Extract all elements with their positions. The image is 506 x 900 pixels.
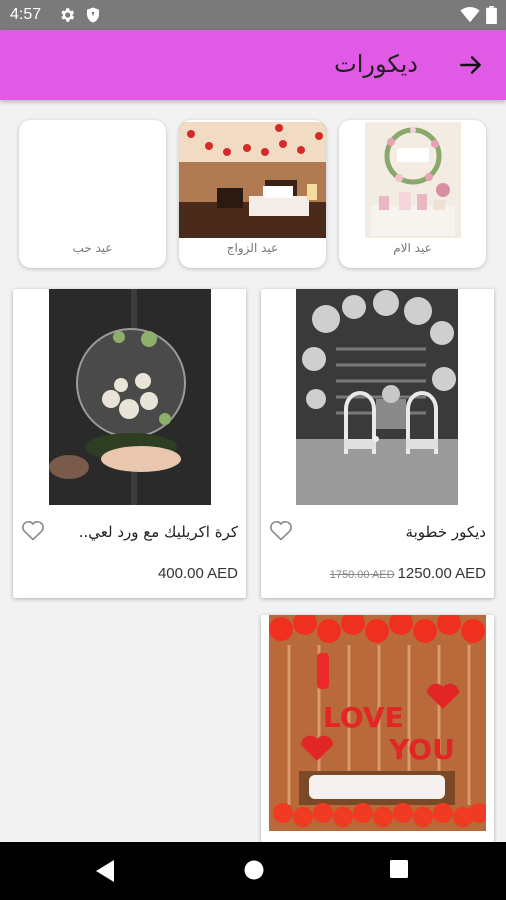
wifi-icon <box>460 7 480 23</box>
app-bar: ديكورات <box>0 30 506 100</box>
anniversary-bedroom-photo <box>179 122 326 238</box>
gear-icon <box>61 8 75 22</box>
recents-square-icon[interactable] <box>390 860 408 878</box>
home-circle-icon[interactable] <box>244 860 264 880</box>
category-card-valentine[interactable]: عيد حب <box>19 120 166 268</box>
heart-outline-icon[interactable] <box>269 519 293 541</box>
status-bar: 4:57 <box>0 0 506 30</box>
status-time: 4:57 <box>10 6 42 23</box>
product-price-row: 1750.00 AED 1250.00 AED <box>330 565 486 582</box>
i-love-you-balloons-photo: LOVE YOU <box>269 615 486 831</box>
acrylic-ball-flowers-photo <box>49 289 211 505</box>
product-name: ديكور خطوبة <box>405 523 486 541</box>
old-price: 1750.00 AED <box>329 569 395 581</box>
engagement-decor-photo <box>296 289 458 505</box>
back-triangle-icon[interactable] <box>96 860 116 882</box>
shield-icon <box>87 7 99 23</box>
arrow-right-icon[interactable] <box>458 52 484 78</box>
page-title: ديكورات <box>334 50 418 78</box>
product-card[interactable]: ديكور خطوبة 1750.00 AED 1250.00 AED <box>261 289 494 598</box>
heart-outline-icon[interactable] <box>21 519 45 541</box>
product-price: 400.00 AED <box>157 565 238 582</box>
valentine-photo-placeholder <box>19 122 166 238</box>
system-nav-bar <box>0 842 506 900</box>
product-price: 1250.00 AED <box>397 565 486 582</box>
category-label: عيد الزواج <box>226 241 279 255</box>
product-card[interactable]: LOVE YOU <box>261 615 494 842</box>
battery-icon <box>486 6 497 24</box>
svg-text:YOU: YOU <box>388 733 455 766</box>
category-card-anniversary[interactable]: عيد الزواج <box>179 120 326 268</box>
product-card[interactable]: كرة اكريليك مع ورد لعي.. 400.00 AED <box>13 289 246 598</box>
category-label: عيد حب <box>72 241 113 255</box>
product-name: كرة اكريليك مع ورد لعي.. <box>78 523 238 541</box>
svg-text:LOVE: LOVE <box>323 701 404 734</box>
category-card-mothers-day[interactable]: عيد الام <box>339 120 486 268</box>
mothers-day-decor-photo <box>339 122 486 238</box>
category-label: عيد الام <box>393 241 432 255</box>
